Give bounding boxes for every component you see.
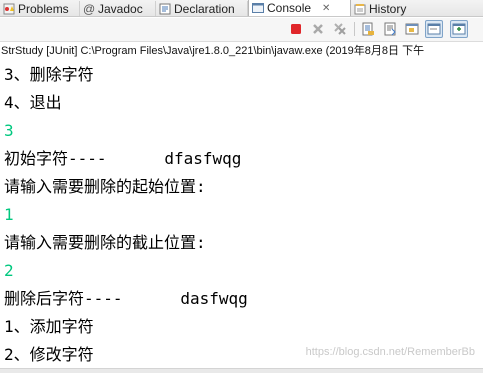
history-icon: [354, 3, 366, 15]
console-line: 初始字符---- dfasfwqg: [4, 149, 242, 168]
tab-console[interactable]: Console ✕: [248, 0, 351, 16]
tab-label: Javadoc: [98, 1, 143, 16]
view-tab-bar: Problems @ Javadoc Declaration Console ✕…: [0, 0, 483, 17]
display-selected-console-icon[interactable]: [425, 20, 443, 38]
tab-label: Console: [267, 1, 312, 15]
remove-all-terminated-icon[interactable]: [332, 21, 348, 37]
close-icon[interactable]: ✕: [322, 3, 330, 14]
console-input-line: 2: [4, 261, 14, 280]
launch-description: StrStudy [JUnit] C:\Program Files\Java\j…: [1, 45, 425, 57]
word-wrap-icon[interactable]: [382, 21, 398, 37]
console-line: 2、修改字符: [4, 345, 94, 364]
console-output[interactable]: 3、删除字符 4、退出 3 初始字符---- dfasfwqg 请输入需要删除的…: [0, 60, 483, 368]
console-line: 请输入需要删除的截止位置:: [4, 233, 206, 252]
horizontal-scrollbar[interactable]: [0, 368, 483, 373]
console-line: 删除后字符---- dasfwqg: [4, 289, 248, 308]
console-line: 4、退出: [4, 93, 62, 112]
console-toolbar: [0, 18, 483, 42]
tab-javadoc[interactable]: @ Javadoc: [80, 1, 156, 16]
scroll-lock-icon[interactable]: [360, 21, 376, 37]
tab-label: Problems: [18, 1, 69, 16]
console-input-line: 1: [4, 205, 14, 224]
tab-label: History: [369, 1, 407, 16]
tab-history[interactable]: History: [351, 1, 431, 16]
remove-launch-icon[interactable]: [310, 21, 326, 37]
declaration-icon: [159, 3, 171, 15]
javadoc-icon: @: [83, 1, 96, 16]
toolbar-separator: [354, 22, 355, 36]
console-icon: [252, 2, 264, 14]
tab-problems[interactable]: Problems: [0, 1, 80, 16]
terminate-icon[interactable]: [288, 21, 304, 37]
console-line: 3、删除字符: [4, 65, 94, 84]
problems-icon: [3, 3, 15, 15]
console-line: 请输入需要删除的起始位置:: [4, 177, 206, 196]
tab-label: Declaration: [174, 1, 235, 16]
pin-console-icon[interactable]: [404, 21, 420, 37]
open-console-icon[interactable]: [450, 20, 468, 38]
console-line: 1、添加字符: [4, 317, 94, 336]
console-input-line: 3: [4, 121, 14, 140]
watermark: https://blog.csdn.net/RememberBb: [305, 346, 475, 358]
tab-declaration[interactable]: Declaration: [156, 1, 248, 16]
